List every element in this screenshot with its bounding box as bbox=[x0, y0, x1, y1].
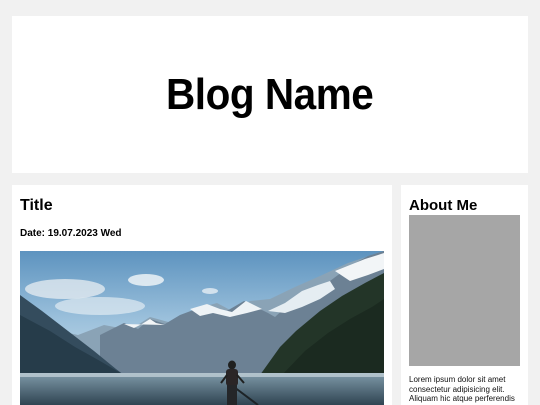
post-date: Date: 19.07.2023 Wed bbox=[20, 228, 122, 239]
blog-post-card: Title Date: 19.07.2023 Wed bbox=[12, 185, 392, 405]
blog-name: Blog Name bbox=[166, 69, 374, 119]
about-title: About Me bbox=[409, 197, 478, 214]
about-me-card: About Me Lorem ipsum dolor sit amet cons… bbox=[401, 185, 528, 405]
about-photo-placeholder bbox=[409, 215, 520, 366]
blog-header: Blog Name bbox=[12, 16, 528, 173]
mountain-lake-photo-icon bbox=[20, 251, 384, 405]
post-title: Title bbox=[20, 197, 53, 214]
post-image bbox=[20, 251, 384, 405]
about-text: Lorem ipsum dolor sit amet consectetur a… bbox=[409, 375, 515, 405]
